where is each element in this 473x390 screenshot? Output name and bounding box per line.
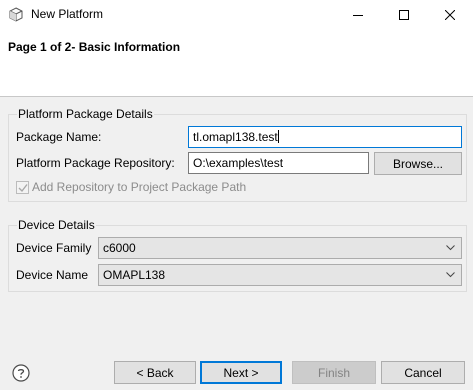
next-button[interactable]: Next > (200, 361, 282, 384)
device-family-label: Device Family (16, 241, 92, 255)
device-name-label: Device Name (16, 268, 89, 282)
repository-label: Platform Package Repository: (16, 156, 175, 170)
add-repository-checkbox[interactable] (16, 181, 29, 194)
minimize-icon (353, 15, 363, 16)
device-family-select[interactable]: c6000 (98, 237, 462, 259)
finish-button[interactable]: Finish (292, 361, 376, 384)
chevron-down-icon (446, 245, 455, 251)
group-title: Device Details (17, 218, 96, 232)
cancel-button[interactable]: Cancel (381, 361, 465, 384)
browse-button[interactable]: Browse... (374, 152, 462, 175)
minimize-button[interactable] (335, 0, 381, 30)
checkmark-icon (18, 184, 28, 193)
device-name-select[interactable]: OMAPL138 (98, 264, 462, 286)
close-button[interactable] (427, 0, 473, 30)
chevron-down-icon (446, 272, 455, 278)
close-icon (445, 10, 455, 20)
page-title: Page 1 of 2- Basic Information (8, 40, 181, 54)
maximize-button[interactable] (381, 0, 427, 30)
back-button[interactable]: < Back (114, 361, 196, 384)
cube-icon (8, 7, 24, 23)
package-name-input[interactable]: tl.omapl138.test (188, 126, 462, 148)
repository-input[interactable]: O:\examples\test (188, 152, 369, 174)
maximize-icon (399, 10, 409, 20)
text-caret (277, 130, 279, 143)
group-title: Platform Package Details (17, 107, 154, 121)
wizard-header: Page 1 of 2- Basic Information (0, 30, 473, 97)
package-name-label: Package Name: (16, 130, 102, 144)
window-title: New Platform (31, 7, 104, 21)
help-icon[interactable] (12, 364, 30, 382)
add-repository-label: Add Repository to Project Package Path (32, 180, 247, 194)
title-bar: New Platform (0, 0, 473, 30)
